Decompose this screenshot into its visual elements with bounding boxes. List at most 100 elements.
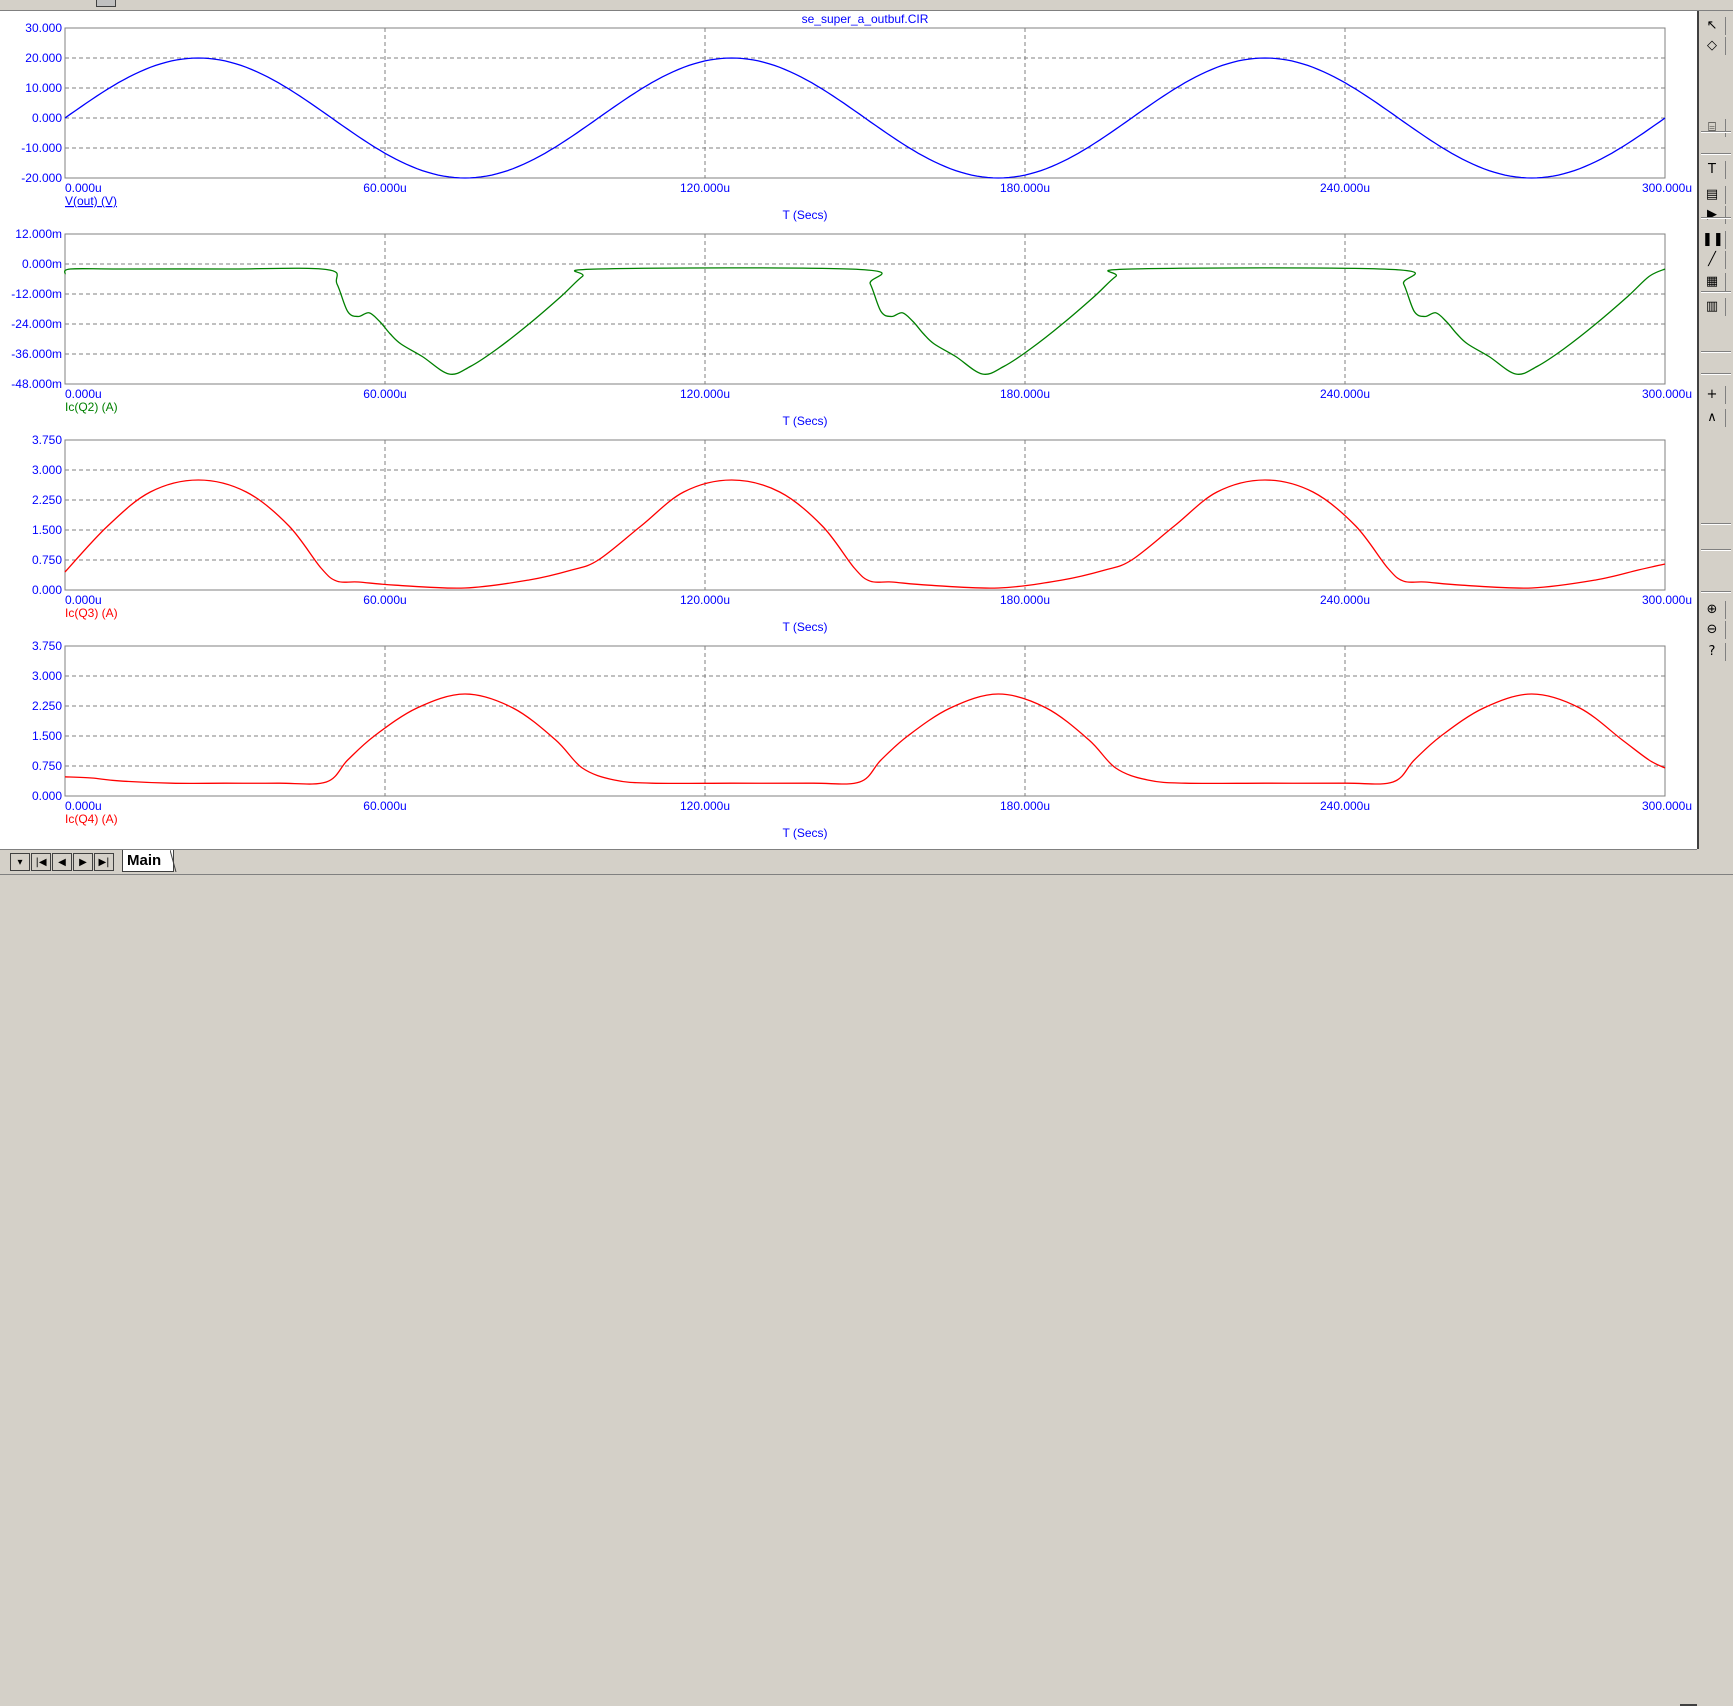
last-icon[interactable]: ▶|: [94, 853, 114, 871]
x-tick-label: 240.000u: [1320, 387, 1370, 401]
plot-frame: [64, 27, 1666, 179]
y-tick-label: -12.000m: [11, 287, 62, 301]
toolbar-dropdown-edge: [1725, 186, 1732, 204]
first-icon[interactable]: |◀: [31, 853, 51, 871]
toolbar-separator: [1701, 131, 1731, 133]
right-toolbar: ↖ ◇ ⌸ T ▤ ▶ ❚❚ ╱ ▦ ▥ + ∧ ⊕ ⊖?: [1699, 11, 1733, 879]
x-tick-label: 300.000u: [1642, 387, 1692, 401]
run-icon[interactable]: ▶: [1702, 206, 1722, 224]
x-tick-label: 240.000u: [1320, 181, 1370, 195]
toolbar-dropdown-edge: [1725, 386, 1732, 404]
text-icon[interactable]: T: [1702, 161, 1722, 179]
y-tick-label: 20.000: [25, 51, 62, 65]
status-edge: [0, 874, 1733, 880]
graph-icon[interactable]: ⌸: [1702, 119, 1722, 137]
properties-icon[interactable]: ▤: [1702, 186, 1722, 204]
toolbar-dropdown-edge: [1725, 251, 1732, 269]
toolbar-separator: [1701, 373, 1731, 375]
toolbar-dropdown-edge: [1725, 643, 1732, 661]
x-axis-label: T (Secs): [782, 620, 827, 634]
x-tick-label: 120.000u: [680, 799, 730, 813]
series-label: Ic(Q3) (A): [65, 606, 118, 620]
help-icon[interactable]: ?: [1702, 643, 1722, 661]
pause-icon[interactable]: ❚❚: [1702, 231, 1724, 249]
table-icon[interactable]: ▥: [1702, 298, 1722, 316]
x-tick-label: 120.000u: [680, 593, 730, 607]
cursor-icon[interactable]: +: [1702, 386, 1722, 404]
line-icon[interactable]: ╱: [1702, 251, 1722, 269]
toolbar-dropdown-edge: [1725, 298, 1732, 316]
grid-icon[interactable]: ▦: [1702, 273, 1722, 291]
x-axis-label: T (Secs): [782, 826, 827, 840]
tab-main[interactable]: Main: [122, 850, 174, 872]
window-control[interactable]: [96, 0, 116, 7]
x-tick-label: 300.000u: [1642, 799, 1692, 813]
y-tick-label: 30.000: [25, 21, 62, 35]
toolbar-separator: [1701, 291, 1731, 293]
x-tick-label: 180.000u: [1000, 181, 1050, 195]
toolbar-dropdown-edge: [1725, 231, 1732, 249]
x-tick-label: 240.000u: [1320, 593, 1370, 607]
y-tick-label: 10.000: [25, 81, 62, 95]
y-tick-label: -48.000m: [11, 377, 62, 391]
y-tick-label: 0.000m: [22, 257, 62, 271]
x-tick-label: 0.000u: [65, 593, 102, 607]
y-tick-label: 0.000: [32, 789, 62, 803]
series-label: V(out) (V): [65, 194, 117, 208]
x-tick-label: 60.000u: [363, 799, 406, 813]
x-tick-label: 0.000u: [65, 799, 102, 813]
toolbar-dropdown-edge: [1725, 601, 1732, 619]
y-tick-label: 2.250: [32, 493, 62, 507]
toolbar-separator: [1701, 351, 1731, 353]
y-tick-label: 1.500: [32, 523, 62, 537]
x-axis-label: T (Secs): [782, 208, 827, 222]
y-tick-label: 3.750: [32, 433, 62, 447]
shape-icon[interactable]: ◇: [1702, 37, 1722, 55]
chart-title: se_super_a_outbuf.CIR: [802, 12, 929, 26]
series-label: Ic(Q2) (A): [65, 400, 118, 414]
toolbar-separator: [1701, 549, 1731, 551]
series-line: [64, 479, 1666, 589]
toolbar-dropdown-edge: [1725, 161, 1732, 179]
scroll-handle[interactable]: [1680, 1700, 1697, 1706]
x-tick-label: 60.000u: [363, 593, 406, 607]
y-tick-label: 12.000m: [15, 227, 62, 241]
toolbar-separator: [1701, 591, 1731, 593]
toolbar-dropdown-edge: [1725, 119, 1732, 137]
plot-area[interactable]: se_super_a_outbuf.CIR 30.000 20.000 10.000 0…: [0, 11, 1699, 849]
x-tick-label: 300.000u: [1642, 181, 1692, 195]
toolbar-dropdown-edge: [1725, 37, 1732, 55]
x-tick-label: 180.000u: [1000, 593, 1050, 607]
peak-icon[interactable]: ∧: [1702, 409, 1722, 427]
zoom-in-icon[interactable]: ⊕: [1702, 601, 1722, 619]
y-tick-label: 3.000: [32, 669, 62, 683]
toolbar-separator: [1701, 217, 1731, 219]
zoom-out-icon[interactable]: ⊖: [1702, 621, 1722, 639]
series-line: [64, 267, 1666, 375]
y-tick-label: 2.250: [32, 699, 62, 713]
plot-frame: [64, 233, 1666, 385]
y-tick-label: -36.000m: [11, 347, 62, 361]
series-line: [64, 693, 1666, 785]
x-tick-label: 120.000u: [680, 387, 730, 401]
toolbar-dropdown-edge: [1725, 273, 1732, 291]
series-label: Ic(Q4) (A): [65, 812, 118, 826]
y-tick-label: -24.000m: [11, 317, 62, 331]
y-tick-label: -10.000: [21, 141, 62, 155]
sheet-tab-bar: ▾ |◀ ◀ ▶ ▶| Main: [0, 849, 1697, 1706]
prev-icon[interactable]: ◀: [52, 853, 72, 871]
plot-frame: [64, 645, 1666, 797]
window-top-edge: [0, 0, 1733, 11]
toolbar-separator: [1701, 523, 1731, 525]
next-icon[interactable]: ▶: [73, 853, 93, 871]
x-tick-label: 180.000u: [1000, 799, 1050, 813]
y-tick-label: 0.750: [32, 759, 62, 773]
select-arrow-icon[interactable]: ↖: [1702, 17, 1722, 35]
x-tick-label: 60.000u: [363, 387, 406, 401]
x-tick-label: 240.000u: [1320, 799, 1370, 813]
toolbar-separator: [1701, 153, 1731, 155]
y-tick-label: 0.000: [32, 583, 62, 597]
toolbar-dropdown-edge: [1725, 409, 1732, 427]
x-tick-label: 180.000u: [1000, 387, 1050, 401]
dropdown-icon[interactable]: ▾: [10, 853, 30, 871]
